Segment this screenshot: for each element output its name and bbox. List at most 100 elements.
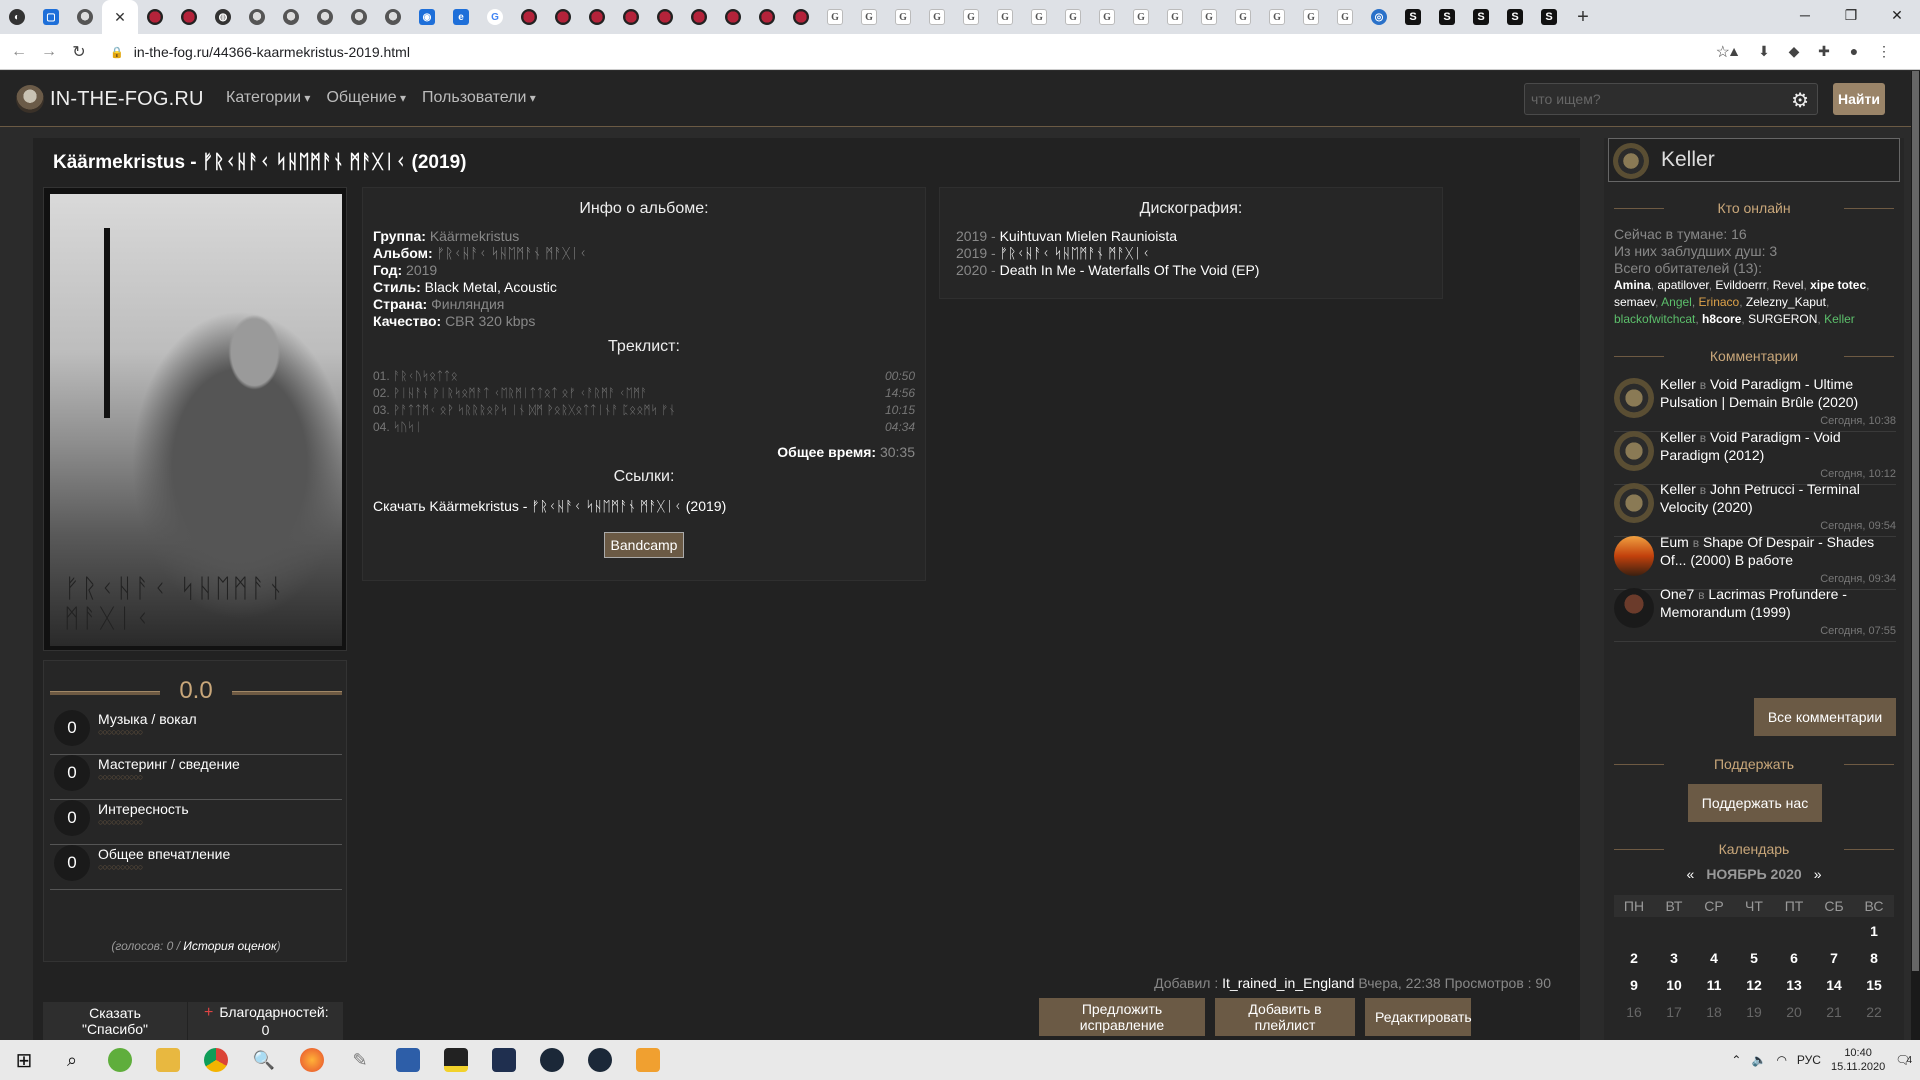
language-indicator[interactable]: РУС xyxy=(1797,1053,1821,1067)
calendar-day[interactable]: 7 xyxy=(1814,950,1854,966)
close-window-icon[interactable]: ✕ xyxy=(1874,0,1920,30)
site-logo[interactable]: IN-THE-FOG.RU xyxy=(16,85,204,113)
calendar-day[interactable]: 12 xyxy=(1734,977,1774,993)
search-button[interactable]: Найти xyxy=(1833,83,1885,115)
save-disk-icon[interactable] xyxy=(384,1040,432,1080)
reload-icon[interactable]: ↻ xyxy=(64,42,94,62)
online-user-link[interactable]: Keller xyxy=(1824,312,1855,326)
calendar-day[interactable]: 3 xyxy=(1654,950,1694,966)
edit-button[interactable]: Редактировать xyxy=(1365,998,1472,1036)
comment-item[interactable]: Keller в John Petrucci - Terminal Veloci… xyxy=(1614,481,1896,537)
browser-tab[interactable] xyxy=(240,0,274,34)
browser-tab[interactable] xyxy=(716,0,750,34)
calendar-prev[interactable]: « xyxy=(1687,866,1695,882)
browser-tab[interactable] xyxy=(172,0,206,34)
restore-icon[interactable]: ❐ xyxy=(1828,0,1874,30)
commenter-avatar[interactable] xyxy=(1614,535,1654,576)
calendar-day[interactable]: 15 xyxy=(1854,977,1894,993)
browser-tab[interactable] xyxy=(614,0,648,34)
online-user-link[interactable]: blackofwitchcat xyxy=(1614,312,1695,326)
browser-tab[interactable]: ◎ xyxy=(1362,0,1396,34)
scrollbar-thumb[interactable] xyxy=(1912,71,1919,971)
calendar-day[interactable]: 11 xyxy=(1694,977,1734,993)
browser-tab[interactable]: G xyxy=(1328,0,1362,34)
rating-stars[interactable]: ○○○○○○○○○○ xyxy=(98,862,143,872)
feather-app-icon[interactable]: ✎ xyxy=(336,1040,384,1080)
rating-stars[interactable]: ○○○○○○○○○○ xyxy=(98,817,143,827)
online-user-link[interactable]: Angel xyxy=(1661,295,1692,309)
forward-icon[interactable]: → xyxy=(34,43,64,61)
browser-tab[interactable]: S xyxy=(1396,0,1430,34)
rating-stars[interactable]: ○○○○○○○○○○ xyxy=(98,772,143,782)
added-user-link[interactable]: It_rained_in_England xyxy=(1222,975,1354,991)
page-scrollbar[interactable] xyxy=(1911,71,1920,1040)
field-value[interactable]: Black Metal, Acoustic xyxy=(425,279,557,295)
rating-stars[interactable]: ○○○○○○○○○○ xyxy=(98,727,143,737)
browser-tab[interactable]: G xyxy=(1226,0,1260,34)
support-button[interactable]: Поддержать нас xyxy=(1688,784,1822,822)
browser-tab[interactable] xyxy=(342,0,376,34)
browser-tab[interactable]: G xyxy=(478,0,512,34)
rating-row[interactable]: 0 Общее впечатление ○○○○○○○○○○ xyxy=(50,836,342,890)
browser-tab[interactable] xyxy=(138,0,172,34)
firefox-icon[interactable] xyxy=(288,1040,336,1080)
browser-tab[interactable] xyxy=(274,0,308,34)
calendar-day[interactable]: 10 xyxy=(1654,977,1694,993)
calendar-day[interactable]: 1 xyxy=(1854,923,1894,939)
menu-community[interactable]: Общение xyxy=(326,89,406,107)
calendar-day[interactable]: 13 xyxy=(1774,977,1814,993)
commenter-avatar[interactable] xyxy=(1614,378,1654,418)
browser-menu-icon[interactable]: ⋮ xyxy=(1875,42,1893,60)
browser-tab[interactable] xyxy=(546,0,580,34)
discography-link[interactable]: ᚠᚱᚲᚺᚨᚲ ᛋᚺᛖᛗᚨᚾ ᛗᚨᚷᛁᚲ xyxy=(1000,245,1151,261)
calendar-day[interactable]: 2 xyxy=(1614,950,1654,966)
browser-tab[interactable]: G xyxy=(920,0,954,34)
browser-tab[interactable]: G xyxy=(954,0,988,34)
media-player-icon[interactable] xyxy=(624,1040,672,1080)
online-user-link[interactable]: semaev xyxy=(1614,295,1655,309)
dark-app-icon[interactable] xyxy=(480,1040,528,1080)
online-user-link[interactable]: Revel xyxy=(1773,278,1804,292)
calendar-day[interactable]: 5 xyxy=(1734,950,1774,966)
menu-users[interactable]: Пользователи xyxy=(422,89,536,107)
calendar-day[interactable]: 4 xyxy=(1694,950,1734,966)
browser-tab[interactable]: ✕ xyxy=(102,0,138,34)
browser-tab[interactable]: G xyxy=(1056,0,1090,34)
commenter-avatar[interactable] xyxy=(1614,588,1654,628)
browser-tab[interactable] xyxy=(750,0,784,34)
browser-tab[interactable] xyxy=(376,0,410,34)
comment-user-link[interactable]: Keller xyxy=(1660,376,1696,392)
search-input[interactable] xyxy=(1525,84,1765,114)
discography-link[interactable]: Death In Me - Waterfalls Of The Void (EP… xyxy=(1000,262,1260,278)
calendar-day[interactable]: 6 xyxy=(1774,950,1814,966)
comment-user-link[interactable]: Keller xyxy=(1660,429,1696,445)
browser-tab[interactable] xyxy=(512,0,546,34)
online-user-link[interactable]: h8core xyxy=(1702,312,1741,326)
magnifier-icon[interactable]: 🔍 xyxy=(240,1040,288,1080)
browser-tab[interactable]: S xyxy=(1430,0,1464,34)
browser-tab[interactable]: G xyxy=(1192,0,1226,34)
address-bar[interactable]: 🔒 in-the-fog.ru/44366-kaarmekristus-2019… xyxy=(110,38,1730,66)
gear-icon[interactable]: ⚙ xyxy=(1791,88,1809,113)
browser-tab[interactable]: ◍ xyxy=(206,0,240,34)
browser-tab[interactable]: S xyxy=(1498,0,1532,34)
user-box[interactable]: Keller xyxy=(1608,138,1900,182)
comment-item[interactable]: Keller в Void Paradigm - Ultime Pulsatio… xyxy=(1614,376,1896,432)
tray-chevron-icon[interactable]: ⌃ xyxy=(1731,1053,1741,1067)
browser-tab[interactable]: G xyxy=(1124,0,1158,34)
online-user-link[interactable]: apatilover xyxy=(1657,278,1708,292)
album-cover[interactable]: ᚠᚱᚲᚺᚨᚲ ᛋᚺᛖᛗᚨᚾ ᛗᚨᚷᛁᚲ xyxy=(43,187,347,651)
browser-tab[interactable]: G xyxy=(988,0,1022,34)
browser-tab[interactable]: S xyxy=(1532,0,1566,34)
calendar-day[interactable]: 8 xyxy=(1854,950,1894,966)
close-tab-icon[interactable]: ✕ xyxy=(114,9,126,26)
minimize-icon[interactable]: ─ xyxy=(1782,0,1828,30)
browser-tab[interactable]: e xyxy=(444,0,478,34)
extensions-puzzle-icon[interactable]: ✚ xyxy=(1815,42,1833,60)
browser-tab[interactable]: G xyxy=(1260,0,1294,34)
new-tab-icon[interactable]: + xyxy=(1566,0,1600,34)
suggest-fix-button[interactable]: Предложить исправление xyxy=(1039,998,1205,1036)
browser-tab[interactable]: G xyxy=(1294,0,1328,34)
rating-history-link[interactable]: История оценок xyxy=(183,939,276,953)
extension-triangle-icon[interactable]: ▲ xyxy=(1725,42,1743,60)
